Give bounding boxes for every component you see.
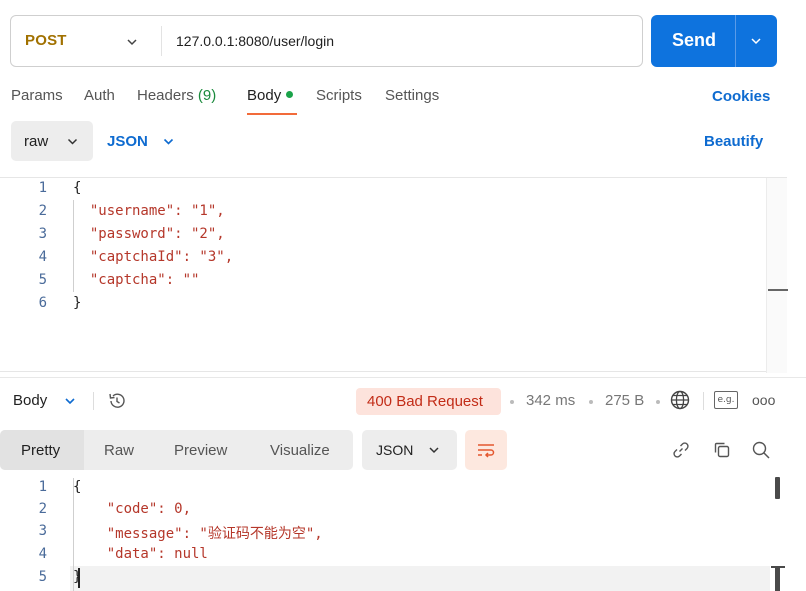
tab-raw[interactable]: Raw bbox=[104, 442, 134, 459]
tab-headers-label: Headers bbox=[137, 87, 194, 104]
code-line: "username": "1", bbox=[73, 203, 225, 219]
response-code-line: "code": 0, bbox=[73, 501, 192, 517]
tab-settings[interactable]: Settings bbox=[385, 87, 439, 104]
response-divider bbox=[0, 377, 806, 378]
tab-params[interactable]: Params bbox=[11, 87, 63, 104]
url-input[interactable]: 127.0.0.1:8080/user/login bbox=[176, 33, 334, 49]
chevron-down-icon bbox=[429, 447, 439, 454]
meta-separator bbox=[510, 400, 514, 404]
chevron-down-icon[interactable] bbox=[125, 35, 139, 49]
code-line: "password": "2", bbox=[73, 226, 225, 242]
line-number: 1 bbox=[38, 479, 47, 495]
toolbar-separator bbox=[93, 392, 94, 410]
editor-scrollbar[interactable] bbox=[766, 178, 787, 373]
tab-preview[interactable]: Preview bbox=[174, 442, 227, 459]
tab-auth[interactable]: Auth bbox=[84, 87, 115, 104]
send-separator bbox=[735, 15, 736, 67]
response-code-line: "message": "验证码不能为空", bbox=[73, 526, 323, 542]
code-line: "captcha": "" bbox=[73, 272, 200, 288]
tab-body-label: Body bbox=[247, 87, 282, 104]
tab-visualize[interactable]: Visualize bbox=[270, 442, 330, 459]
history-icon[interactable] bbox=[106, 390, 128, 412]
link-icon[interactable] bbox=[671, 440, 691, 460]
active-tab-underline bbox=[247, 113, 297, 115]
tab-headers[interactable]: Headers (9) bbox=[137, 87, 216, 104]
line-number: 2 bbox=[38, 203, 47, 219]
cookies-link[interactable]: Cookies bbox=[712, 88, 770, 105]
tab-body[interactable]: Body bbox=[247, 87, 294, 104]
response-format-select[interactable]: JSON bbox=[362, 430, 457, 470]
active-line-highlight bbox=[70, 566, 770, 591]
line-number: 2 bbox=[38, 501, 47, 517]
editor-scroll-marker bbox=[768, 289, 788, 291]
code-line: "captchaId": "3", bbox=[73, 249, 234, 265]
body-mode-select[interactable]: raw bbox=[11, 121, 93, 161]
chevron-down-icon[interactable] bbox=[749, 34, 763, 48]
globe-icon[interactable] bbox=[669, 389, 691, 411]
response-section-select[interactable]: Body bbox=[13, 392, 47, 409]
send-button[interactable]: Send bbox=[651, 15, 777, 67]
response-scrollbar-thumb[interactable] bbox=[775, 566, 780, 591]
send-button-label[interactable]: Send bbox=[672, 30, 716, 51]
line-number: 3 bbox=[38, 523, 47, 539]
response-time[interactable]: 342 ms bbox=[526, 392, 575, 409]
headers-count: (9) bbox=[197, 87, 217, 104]
wrap-lines-icon bbox=[478, 444, 495, 458]
response-size[interactable]: 275 B bbox=[605, 392, 644, 409]
response-format-label: JSON bbox=[376, 442, 414, 458]
copy-icon[interactable] bbox=[712, 440, 732, 460]
body-modified-dot bbox=[286, 91, 294, 98]
search-icon[interactable] bbox=[751, 440, 771, 460]
chevron-down-icon[interactable] bbox=[64, 395, 76, 407]
wrap-lines-button[interactable] bbox=[465, 430, 507, 470]
toolbar-separator bbox=[703, 392, 704, 410]
eg-icon[interactable]: e.g. bbox=[714, 391, 738, 409]
line-number: 5 bbox=[38, 569, 47, 585]
meta-separator bbox=[589, 400, 593, 404]
tab-pretty[interactable]: Pretty bbox=[21, 442, 60, 459]
line-number: 6 bbox=[38, 295, 47, 311]
tab-scripts[interactable]: Scripts bbox=[316, 87, 362, 104]
code-line: } bbox=[73, 295, 82, 311]
line-number: 1 bbox=[38, 180, 47, 196]
line-number: 3 bbox=[38, 226, 47, 242]
response-scrollbar[interactable] bbox=[775, 477, 780, 499]
status-badge[interactable]: 400 Bad Request bbox=[356, 388, 501, 415]
text-cursor bbox=[78, 568, 80, 588]
url-separator bbox=[161, 26, 162, 56]
line-number: 4 bbox=[38, 249, 47, 265]
code-line: { bbox=[73, 180, 82, 196]
response-code-line: "data": null bbox=[73, 546, 208, 562]
response-scrollbar-cap bbox=[771, 566, 785, 568]
line-number: 4 bbox=[38, 546, 47, 562]
beautify-button[interactable]: Beautify bbox=[704, 133, 763, 150]
more-icon[interactable]: ooo bbox=[752, 392, 775, 408]
url-bar: POST 127.0.0.1:8080/user/login bbox=[10, 15, 643, 67]
chevron-down-icon[interactable] bbox=[162, 135, 175, 148]
response-code-line: { bbox=[73, 479, 82, 495]
body-language-select[interactable]: JSON bbox=[107, 133, 148, 150]
body-mode-label: raw bbox=[24, 133, 49, 150]
status-text: 400 Bad Request bbox=[367, 393, 483, 410]
meta-separator bbox=[656, 400, 660, 404]
method-select[interactable]: POST bbox=[25, 32, 67, 49]
chevron-down-icon bbox=[67, 138, 78, 145]
line-number: 5 bbox=[38, 272, 47, 288]
